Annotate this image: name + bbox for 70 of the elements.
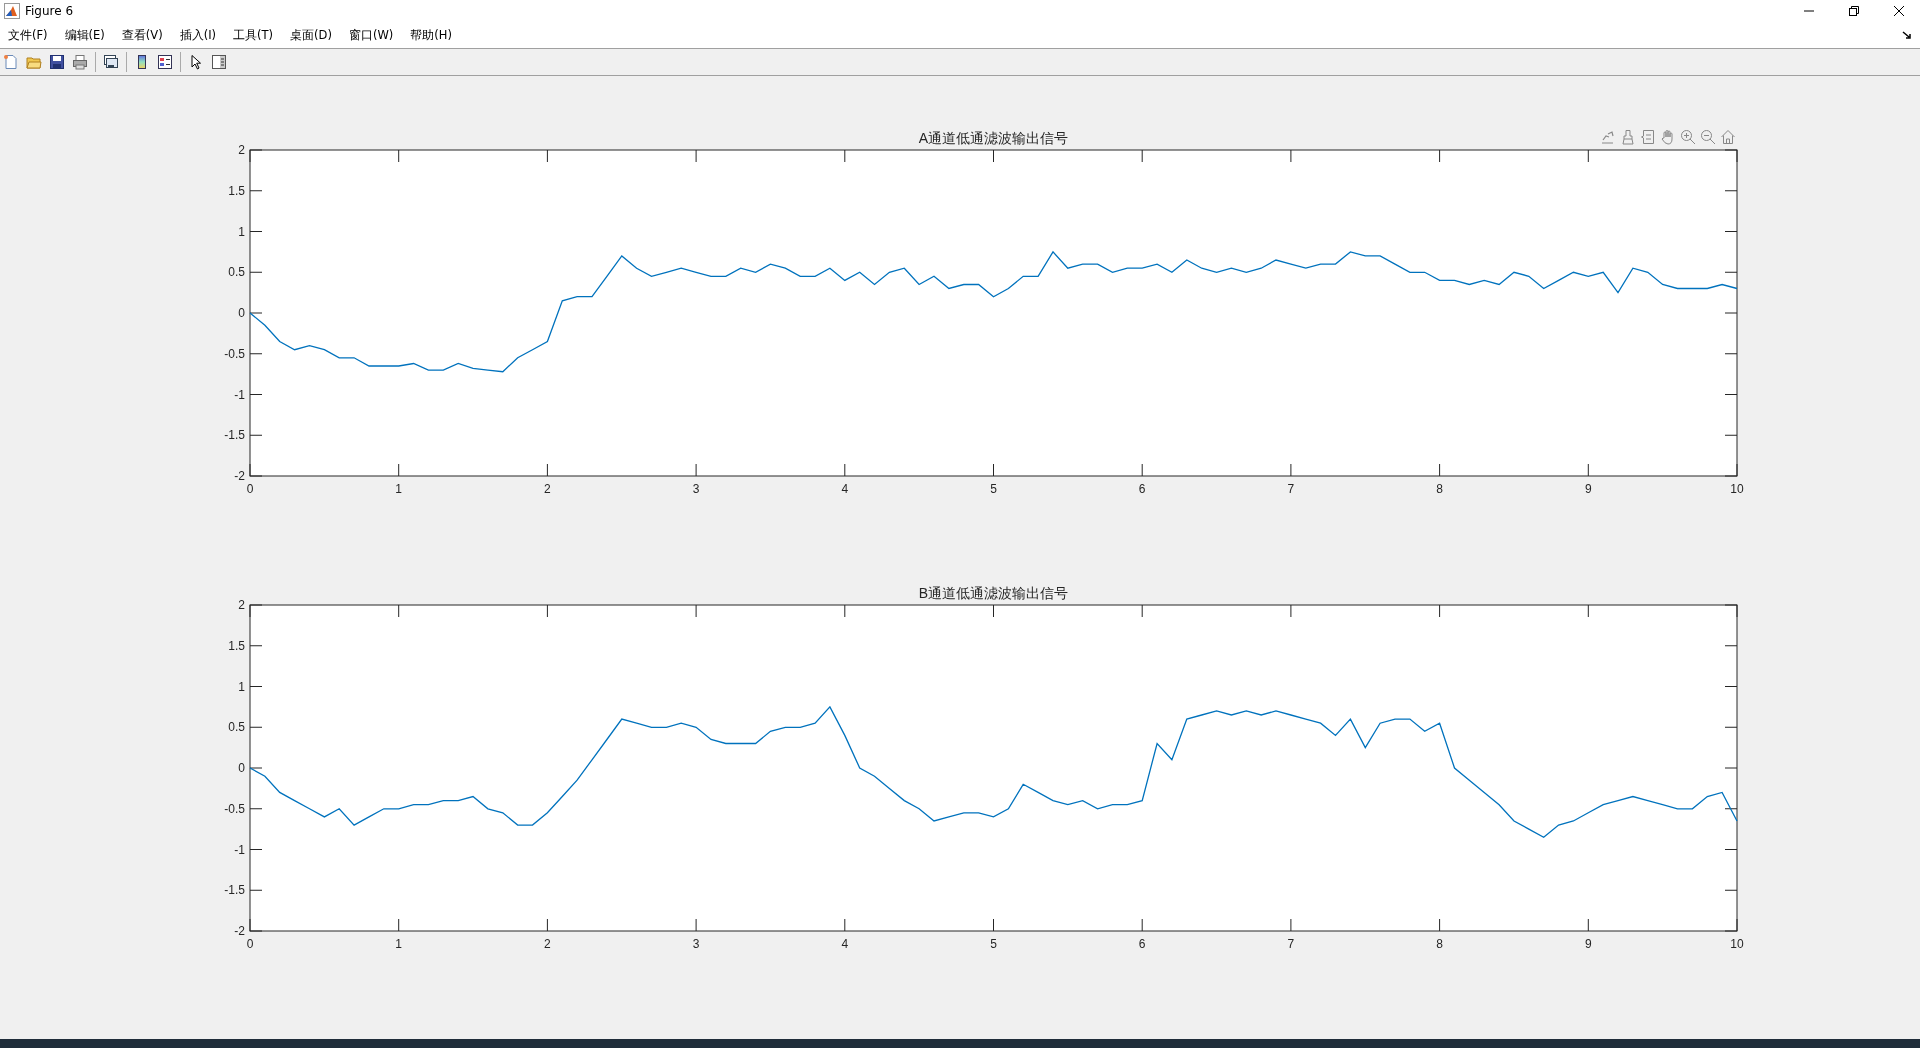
x-tick-label: 2 <box>544 937 551 951</box>
menu-item[interactable]: 编辑(E) <box>64 27 105 43</box>
app-logo-icon <box>4 3 20 19</box>
y-tick-label: -2 <box>234 924 245 938</box>
x-tick-label: 8 <box>1436 482 1443 496</box>
y-tick-label: 0 <box>238 306 245 320</box>
menu-item[interactable]: 文件(F) <box>8 27 48 43</box>
x-tick-label: 8 <box>1436 937 1443 951</box>
home-icon[interactable] <box>1720 129 1736 145</box>
legend-icon[interactable] <box>157 54 173 70</box>
x-tick-label: 6 <box>1138 937 1146 951</box>
x-tick-label: 10 <box>1730 937 1744 951</box>
x-tick-label: 9 <box>1584 482 1592 496</box>
y-tick-label: 0.5 <box>228 720 245 735</box>
y-tick-label: 0.5 <box>228 265 245 280</box>
menu-item[interactable]: 工具(T) <box>233 27 274 43</box>
y-tick-label: 2 <box>238 143 245 157</box>
x-tick-label: 9 <box>1584 937 1592 951</box>
menu-item[interactable]: 桌面(D) <box>290 27 332 43</box>
x-tick-label: 6 <box>1138 482 1146 496</box>
y-tick-label: 1 <box>238 224 245 239</box>
pan-hand-icon[interactable] <box>1660 129 1676 145</box>
chart-title: B通道低通滤波输出信号 <box>918 585 1069 601</box>
menu-item[interactable]: 插入(I) <box>179 27 217 43</box>
x-tick-label: 0 <box>246 937 254 951</box>
pointer-icon[interactable] <box>188 54 204 70</box>
property-editor-icon[interactable] <box>211 54 227 70</box>
menu-item[interactable]: 帮助(H) <box>410 27 452 43</box>
open-folder-icon[interactable] <box>26 54 42 70</box>
x-tick-label: 3 <box>692 937 700 951</box>
y-tick-label: 1.5 <box>228 638 245 653</box>
restore-icon[interactable] <box>1848 5 1860 17</box>
y-tick-label: 2 <box>238 598 245 612</box>
y-tick-label: 1 <box>238 679 245 694</box>
y-tick-label: -0.5 <box>224 346 245 361</box>
y-tick-label: -1 <box>234 387 245 402</box>
x-tick-label: 4 <box>841 482 849 496</box>
x-tick-label: 1 <box>395 937 403 951</box>
x-tick-label: 5 <box>990 937 997 951</box>
y-tick-label: 1.5 <box>228 183 245 198</box>
y-tick-label: -2 <box>234 469 245 483</box>
brush-icon[interactable] <box>1620 129 1636 145</box>
menu-item[interactable]: 查看(V) <box>121 27 163 43</box>
dock-arrow-icon[interactable] <box>1902 30 1912 40</box>
x-tick-label: 10 <box>1730 482 1744 496</box>
x-tick-label: 7 <box>1287 482 1295 496</box>
x-tick-label: 5 <box>990 482 997 496</box>
window-title: Figure 6 <box>25 4 74 18</box>
save-icon[interactable] <box>49 54 65 70</box>
x-tick-label: 3 <box>692 482 700 496</box>
data-tip-icon[interactable] <box>1640 129 1656 145</box>
y-tick-label: -1 <box>234 842 245 857</box>
y-tick-label: -1.5 <box>224 883 245 898</box>
new-file-icon[interactable] <box>3 54 19 70</box>
zoom-in-icon[interactable] <box>1680 129 1696 145</box>
x-tick-label: 0 <box>246 482 254 496</box>
y-tick-label: -1.5 <box>224 428 245 443</box>
chart-title: A通道低通滤波输出信号 <box>918 130 1069 146</box>
x-tick-label: 1 <box>395 482 403 496</box>
link-windows-icon[interactable] <box>103 54 119 70</box>
y-tick-label: -0.5 <box>224 801 245 816</box>
x-tick-label: 4 <box>841 937 849 951</box>
x-tick-label: 7 <box>1287 937 1295 951</box>
close-icon[interactable] <box>1893 5 1905 17</box>
y-tick-label: 0 <box>238 761 245 775</box>
x-tick-label: 2 <box>544 482 551 496</box>
print-icon[interactable] <box>72 54 88 70</box>
zoom-out-icon[interactable] <box>1700 129 1716 145</box>
export-icon[interactable] <box>1600 129 1616 145</box>
menu-item[interactable]: 窗口(W) <box>348 27 394 43</box>
